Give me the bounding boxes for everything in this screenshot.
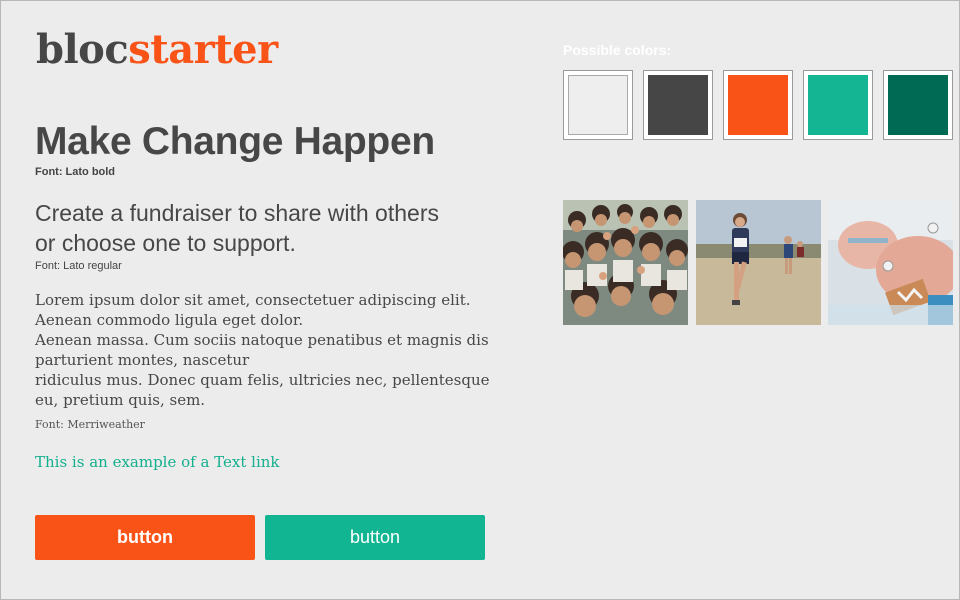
color-swatch-dark-gray bbox=[643, 70, 713, 140]
subheading-line-1: Create a fundraiser to share with others bbox=[35, 200, 439, 226]
swatch-fill bbox=[648, 75, 708, 135]
body-line: Aenean commodo ligula eget dolor. bbox=[35, 311, 304, 329]
body-font-note: Font: Merriweather bbox=[35, 418, 145, 431]
possible-colors-label: Possible colors: bbox=[563, 42, 672, 58]
page-headline: Make Change Happen bbox=[35, 120, 435, 163]
headline-font-note: Font: Lato bold bbox=[35, 166, 116, 178]
body-line: Aenean massa. Cum sociis natoque penatib… bbox=[35, 331, 489, 349]
runner-photo bbox=[696, 200, 821, 325]
secondary-button[interactable]: button bbox=[265, 515, 485, 560]
color-swatch-orange bbox=[723, 70, 793, 140]
swatch-fill bbox=[568, 75, 628, 135]
swatch-fill bbox=[728, 75, 788, 135]
body-paragraph: Lorem ipsum dolor sit amet, consectetuer… bbox=[35, 290, 525, 410]
subheading: Create a fundraiser to share with others… bbox=[35, 198, 505, 258]
subheading-font-note: Font: Lato regular bbox=[35, 260, 122, 272]
swatch-fill bbox=[808, 75, 868, 135]
children-waving-photo bbox=[563, 200, 688, 325]
body-line: Lorem ipsum dolor sit amet, consectetuer… bbox=[35, 291, 471, 309]
example-text-link[interactable]: This is an example of a Text link bbox=[35, 453, 280, 471]
logo-part-starter: starter bbox=[128, 26, 278, 73]
primary-button[interactable]: button bbox=[35, 515, 255, 560]
body-line: parturient montes, nascetur bbox=[35, 351, 250, 369]
body-line: ridiculus mus. Donec quam felis, ultrici… bbox=[35, 371, 490, 389]
color-swatch-teal bbox=[803, 70, 873, 140]
swatch-fill bbox=[888, 75, 948, 135]
subheading-line-2: or choose one to support. bbox=[35, 230, 296, 256]
color-swatch-light-gray bbox=[563, 70, 633, 140]
body-line: eu, pretium quis, sem. bbox=[35, 391, 206, 409]
newborn-baby-photo bbox=[828, 200, 953, 325]
color-swatch-dark-green bbox=[883, 70, 953, 140]
logo-part-bloc: bloc bbox=[36, 26, 129, 73]
blocstarter-logo[interactable]: blocstarter bbox=[36, 30, 278, 70]
